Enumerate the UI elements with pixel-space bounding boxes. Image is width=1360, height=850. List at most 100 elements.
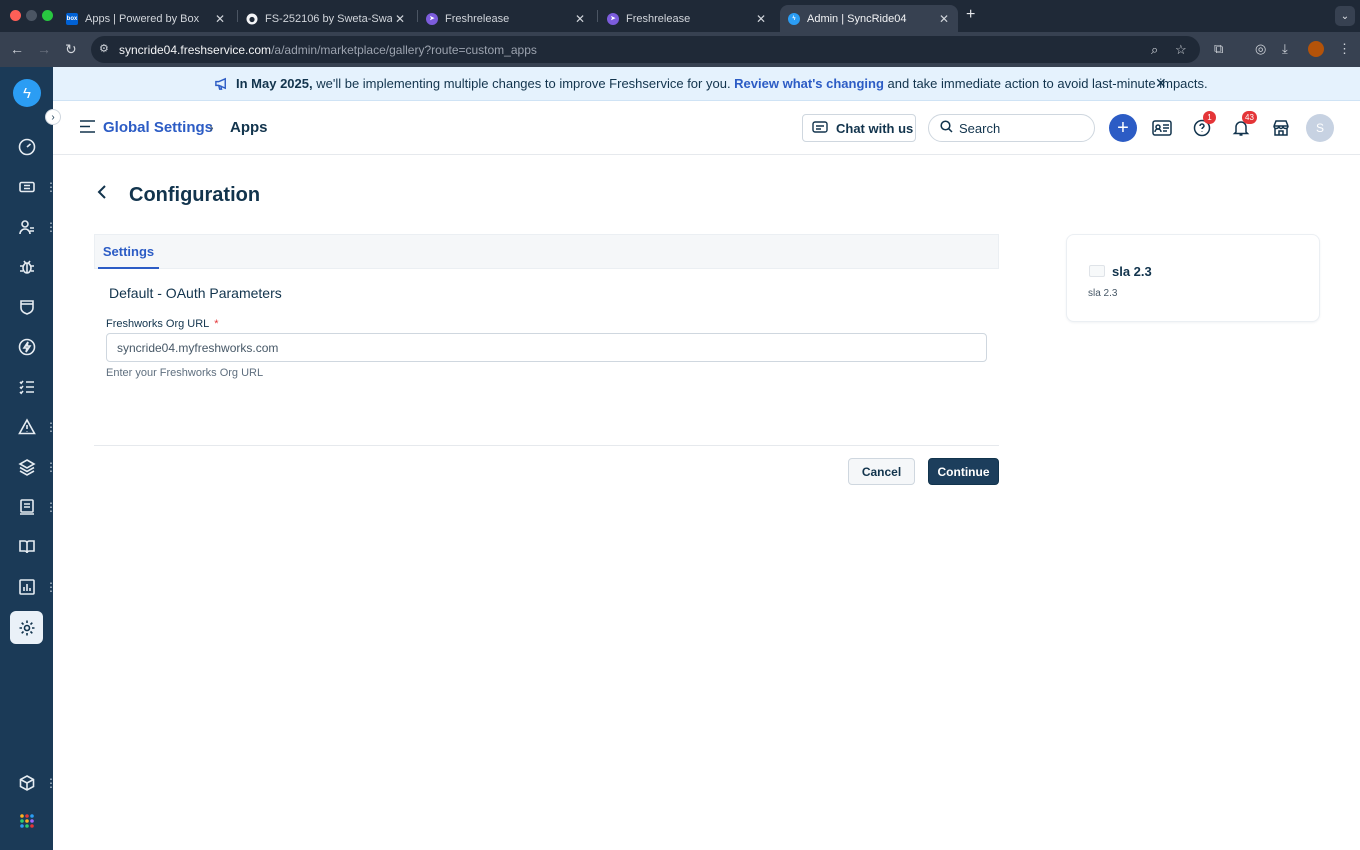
- global-search[interactable]: [928, 114, 1095, 142]
- freshrelease-icon: ➤: [607, 12, 619, 25]
- page-title: Configuration: [129, 184, 261, 206]
- tab-title: Freshrelease: [626, 12, 691, 25]
- app-summary-card: sla 2.3 sla 2.3: [1066, 234, 1320, 322]
- admin-settings-gear-icon[interactable]: [10, 611, 43, 644]
- search-icon: [940, 120, 953, 136]
- more-icon[interactable]: ⋮: [45, 461, 57, 473]
- back-arrow-icon[interactable]: ←: [10, 41, 24, 57]
- dashboard-icon[interactable]: [14, 134, 40, 160]
- browser-tab-active[interactable]: ϟ Admin | SyncRide04 ✕: [780, 5, 958, 32]
- github-icon: [246, 13, 258, 25]
- download-icon[interactable]: ⤓: [1282, 41, 1288, 57]
- browser-tab[interactable]: box Apps | Powered by Box ✕: [58, 5, 234, 32]
- close-banner-icon[interactable]: ✕: [1155, 75, 1167, 92]
- zoom-icon[interactable]: ⌕: [1151, 42, 1158, 58]
- browser-menu-icon[interactable]: ⋮: [1338, 41, 1351, 57]
- megaphone-icon: [214, 76, 229, 94]
- reload-icon[interactable]: ↻: [65, 41, 77, 58]
- bookmark-star-icon[interactable]: ☆: [1175, 42, 1187, 58]
- chat-with-us-button[interactable]: Chat with us: [802, 114, 916, 142]
- breadcrumb-chevron-icon: ›: [209, 119, 214, 135]
- help-badge: 1: [1203, 111, 1216, 124]
- settings-tab-bar: Settings: [94, 234, 999, 269]
- tab-search-chevron-icon[interactable]: ⌄: [1335, 6, 1355, 26]
- expand-sidebar-chevron-icon[interactable]: ›: [45, 109, 61, 125]
- org-url-field[interactable]: [106, 333, 987, 362]
- more-icon[interactable]: ⋮: [45, 581, 57, 593]
- close-tab-icon[interactable]: ✕: [572, 12, 588, 26]
- new-item-plus-button[interactable]: +: [1109, 114, 1137, 142]
- banner-message: In May 2025, we'll be implementing multi…: [236, 76, 1208, 91]
- problems-bug-icon[interactable]: [14, 254, 40, 280]
- browser-tab[interactable]: ➤ Freshrelease ✕: [418, 5, 594, 32]
- app-thumbnail-icon: [1089, 265, 1105, 277]
- forward-arrow-icon[interactable]: →: [37, 41, 51, 57]
- new-tab-icon[interactable]: +: [966, 6, 975, 24]
- cube-icon[interactable]: [14, 770, 40, 796]
- tab-title: FS-252106 by Sweta-Swarnam: [265, 12, 392, 25]
- user-avatar[interactable]: S: [1306, 114, 1334, 142]
- extensions-icon[interactable]: ⧉: [1214, 41, 1223, 57]
- breadcrumb-global-settings[interactable]: Global Settings: [103, 119, 213, 136]
- purchase-document-icon[interactable]: [14, 494, 40, 520]
- tab-settings[interactable]: Settings: [98, 235, 159, 269]
- notifications-bell-icon[interactable]: 43: [1227, 111, 1257, 142]
- breadcrumb-apps: Apps: [230, 119, 268, 136]
- profile-avatar[interactable]: [1308, 41, 1324, 57]
- footer-divider: [94, 445, 999, 446]
- freshrelease-icon: ➤: [426, 12, 438, 25]
- org-url-label: Freshworks Org URL *: [106, 318, 219, 330]
- url-text[interactable]: syncride04.freshservice.com/a/admin/mark…: [119, 43, 537, 57]
- site-info-icon[interactable]: ⚙: [99, 42, 109, 55]
- box-icon: box: [66, 12, 78, 25]
- more-icon[interactable]: ⋮: [45, 221, 57, 233]
- required-asterisk: *: [214, 318, 219, 330]
- announcements-icon[interactable]: [1148, 114, 1176, 142]
- freshservice-logo[interactable]: ϟ: [13, 79, 41, 107]
- assets-layers-icon[interactable]: [14, 454, 40, 480]
- releases-bolt-icon[interactable]: [14, 334, 40, 360]
- window-zoom-button[interactable]: [42, 10, 53, 21]
- browser-tab[interactable]: FS-252106 by Sweta-Swarnam ✕: [238, 5, 414, 32]
- more-icon[interactable]: ⋮: [45, 421, 57, 433]
- app-switcher-grid-icon[interactable]: [14, 808, 40, 834]
- extension-icon[interactable]: ◎: [1255, 41, 1266, 57]
- app-description: sla 2.3: [1088, 288, 1118, 299]
- tickets-icon[interactable]: [14, 174, 40, 200]
- contacts-icon[interactable]: [14, 214, 40, 240]
- tab-title: Apps | Powered by Box: [85, 12, 200, 25]
- tasks-list-icon[interactable]: [14, 374, 40, 400]
- notification-badge: 43: [1242, 111, 1257, 124]
- page-header: Global Settings › Apps Chat with us + 1 …: [53, 101, 1360, 155]
- chat-label: Chat with us: [836, 120, 914, 136]
- close-tab-icon[interactable]: ✕: [753, 12, 769, 26]
- close-tab-icon[interactable]: ✕: [392, 12, 408, 26]
- marketplace-store-icon[interactable]: [1267, 114, 1295, 142]
- help-icon[interactable]: 1: [1188, 111, 1216, 142]
- window-close-button[interactable]: [10, 10, 21, 21]
- close-tab-icon[interactable]: ✕: [212, 12, 228, 26]
- org-url-hint: Enter your Freshworks Org URL: [106, 367, 264, 379]
- more-icon[interactable]: ⋮: [45, 777, 57, 789]
- browser-toolbar: ← → ↻ ⚙ syncride04.freshservice.com/a/ad…: [0, 32, 1360, 67]
- analytics-chart-icon[interactable]: [14, 574, 40, 600]
- more-icon[interactable]: ⋮: [45, 501, 57, 513]
- window-minimize-button[interactable]: [26, 10, 37, 21]
- tab-title: Freshrelease: [445, 12, 510, 25]
- menu-hamburger-icon[interactable]: [80, 120, 95, 138]
- search-input[interactable]: [959, 120, 1079, 136]
- address-bar[interactable]: ⚙ syncride04.freshservice.com/a/admin/ma…: [91, 36, 1200, 63]
- browser-tab[interactable]: ➤ Freshrelease ✕: [599, 5, 775, 32]
- solutions-book-icon[interactable]: [14, 534, 40, 560]
- alerts-warning-icon[interactable]: [14, 414, 40, 440]
- tab-title: Admin | SyncRide04: [807, 12, 907, 25]
- close-tab-icon[interactable]: ✕: [936, 12, 952, 26]
- more-icon[interactable]: ⋮: [45, 181, 57, 193]
- review-changes-link[interactable]: Review what's changing: [734, 76, 884, 91]
- section-title: Default - OAuth Parameters: [109, 285, 282, 301]
- cancel-button[interactable]: Cancel: [848, 458, 915, 485]
- back-chevron-icon[interactable]: [97, 185, 107, 204]
- changes-shield-icon[interactable]: [14, 294, 40, 320]
- freshservice-icon: ϟ: [788, 12, 800, 25]
- continue-button[interactable]: Continue: [928, 458, 999, 485]
